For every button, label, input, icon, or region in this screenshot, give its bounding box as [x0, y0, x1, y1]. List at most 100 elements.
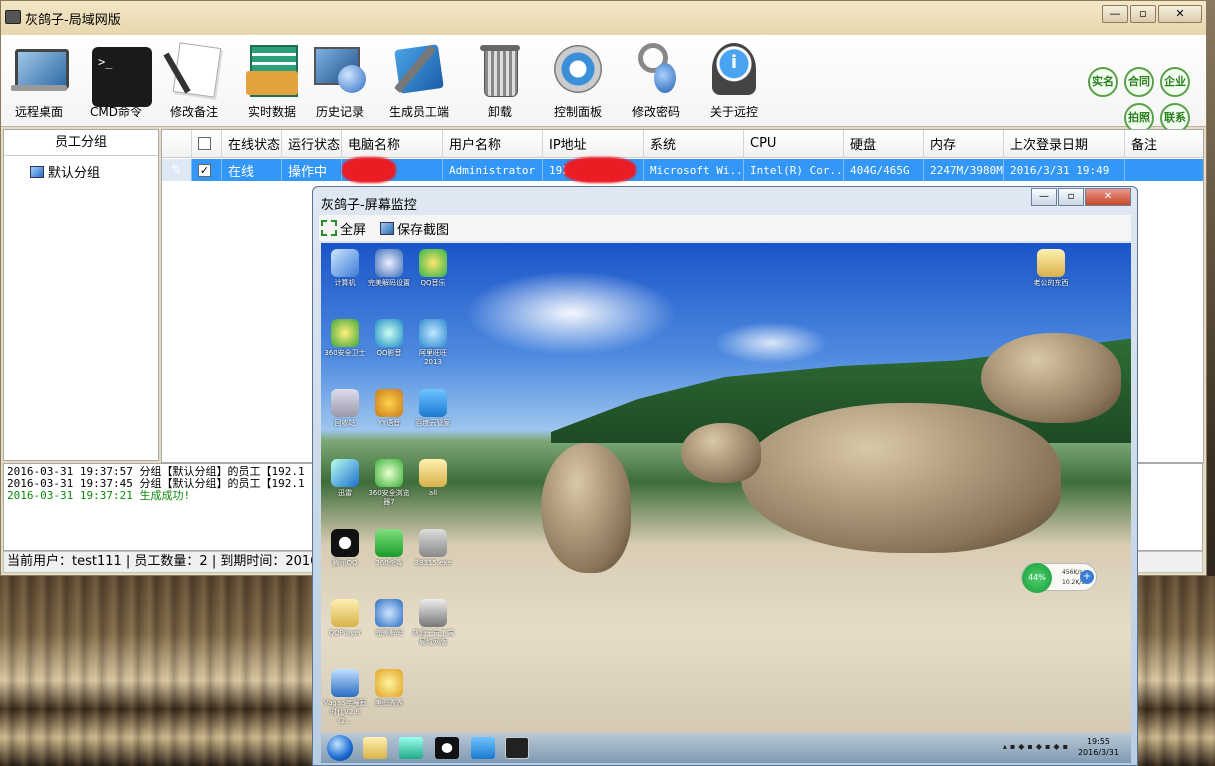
- cell-last-login: 2016/3/31 19:49: [1004, 159, 1125, 181]
- cell-user: Administrator: [443, 159, 543, 181]
- computer-icon: [30, 165, 44, 178]
- explorer-task-icon[interactable]: [363, 737, 387, 759]
- change-password-button[interactable]: 修改密码: [618, 39, 694, 123]
- qq-task-icon[interactable]: [435, 737, 459, 759]
- header-col[interactable]: 用户名称: [443, 130, 543, 157]
- row-checkbox[interactable]: ✓: [198, 163, 211, 177]
- remote-screen[interactable]: 计算机 完美解码设置 QQ音乐 360安全卫士 QQ影音 阿里旺旺2013 回收…: [321, 243, 1131, 763]
- tray-icons[interactable]: ▴▪◆▪◆▪◆▪: [1003, 742, 1071, 751]
- table-row[interactable]: ✎ ✓ 在线 操作中 Administrator 192. Microsoft …: [162, 159, 1203, 181]
- plus-icon[interactable]: +: [1080, 570, 1094, 584]
- desktop-icon[interactable]: 360安全浏览器7: [367, 459, 411, 507]
- contract-button[interactable]: 合同: [1124, 67, 1154, 97]
- tray-clock[interactable]: 19:55 2016/3/31: [1078, 736, 1119, 758]
- tool-label: 卸载: [487, 105, 512, 119]
- header-col[interactable]: 运行状态: [282, 130, 342, 157]
- desktop-icon[interactable]: Vagaa哇嘎画时代V2.6 (2...: [323, 669, 367, 726]
- save-screenshot-label: 保存截图: [397, 222, 450, 238]
- edit-icon[interactable]: ✎: [162, 159, 192, 181]
- remote-desktop-button[interactable]: 远程桌面: [1, 39, 77, 123]
- header-col[interactable]: 上次登录日期: [1004, 130, 1125, 157]
- header-edit: [162, 130, 192, 157]
- cloud-task-icon[interactable]: [471, 737, 495, 759]
- monitor-close-button[interactable]: ✕: [1085, 188, 1131, 206]
- desktop-icon[interactable]: YY语音: [367, 389, 411, 428]
- table-header: 在线状态 运行状态 电脑名称 用户名称 IP地址 系统 CPU 硬盘 内存 上次…: [162, 130, 1203, 158]
- monitor-minimize-button[interactable]: —: [1031, 188, 1057, 206]
- realtime-data-button[interactable]: 实时数据: [234, 39, 310, 123]
- rock-scenery: [981, 333, 1121, 423]
- app-task-icon[interactable]: [399, 737, 423, 759]
- tree-item-default-group[interactable]: 默认分组: [30, 162, 100, 181]
- clock-date: 2016/3/31: [1077, 748, 1119, 757]
- build-icon: [391, 41, 447, 97]
- header-col[interactable]: 内存: [924, 130, 1004, 157]
- header-col[interactable]: CPU: [744, 130, 844, 157]
- desktop-icon[interactable]: 美图秀秀: [367, 669, 411, 708]
- about-button[interactable]: 关于远控: [696, 39, 772, 123]
- close-button[interactable]: ✕: [1158, 5, 1202, 23]
- desktop-icon[interactable]: 38315.exe: [411, 529, 455, 568]
- history-button[interactable]: 历史记录: [302, 39, 378, 123]
- desktop-icon[interactable]: 腾讯QQ: [323, 529, 367, 568]
- header-col[interactable]: 硬盘: [844, 130, 924, 157]
- rock-scenery: [541, 443, 631, 573]
- select-all-checkbox[interactable]: [198, 137, 211, 150]
- desktop-icon[interactable]: 阿里旺旺2013: [411, 319, 455, 367]
- control-panel-button[interactable]: 控制面板: [540, 39, 616, 123]
- redaction-mark: [342, 157, 396, 183]
- tool-label: 关于远控: [709, 105, 758, 119]
- desktop-icon[interactable]: 360杀毒: [367, 529, 411, 568]
- start-button-icon[interactable]: [327, 735, 353, 761]
- data-icon: [244, 41, 300, 97]
- header-col[interactable]: IP地址: [543, 130, 644, 157]
- build-client-button[interactable]: 生成员工端: [381, 39, 457, 123]
- monitor-title: 灰鸽子-屏幕监控: [321, 198, 417, 213]
- desktop-icon[interactable]: 迅雷: [323, 459, 367, 498]
- tool-label: 历史记录: [315, 105, 364, 119]
- key-icon: [628, 41, 684, 97]
- header-select-all[interactable]: [192, 130, 222, 157]
- desktop-icon[interactable]: 灰鸽子员工端局域网版: [411, 599, 455, 647]
- monitor-toolbar: 全屏 保存截图: [319, 215, 1131, 241]
- real-name-button[interactable]: 实名: [1088, 67, 1118, 97]
- fullscreen-button[interactable]: 全屏: [321, 219, 366, 238]
- history-icon: [312, 41, 368, 97]
- desktop-icon[interactable]: 360安全卫士: [323, 319, 367, 358]
- monitor-maximize-button[interactable]: ▫: [1058, 188, 1084, 206]
- desktop-icon[interactable]: QQ影音: [367, 319, 411, 358]
- desktop-folder-icon[interactable]: 老公的东西: [1029, 249, 1073, 288]
- network-widget[interactable]: 44% 456K/s 10.2K/s +: [1021, 563, 1097, 593]
- clock-time: 19:55: [1086, 737, 1111, 746]
- desktop-icon[interactable]: QQ音乐: [411, 249, 455, 288]
- desktop-icon[interactable]: 完美解码: [367, 599, 411, 638]
- desktop-icon[interactable]: 百度云管家: [411, 389, 455, 428]
- edit-note-button[interactable]: 修改备注: [156, 39, 232, 123]
- header-col[interactable]: 在线状态: [222, 130, 282, 157]
- desktop-icon[interactable]: 完美解码设置: [367, 249, 411, 288]
- group-panel: 员工分组 默认分组: [3, 129, 159, 461]
- monitor-icon: [11, 41, 69, 97]
- header-col[interactable]: 系统: [644, 130, 744, 157]
- tool-label: 修改备注: [169, 105, 218, 119]
- maximize-button[interactable]: ▫: [1130, 5, 1156, 23]
- enterprise-button[interactable]: 企业: [1160, 67, 1190, 97]
- desktop-icon[interactable]: QQPlayer: [323, 599, 367, 638]
- desktop-icon[interactable]: 回收站: [323, 389, 367, 428]
- row-checkbox-cell[interactable]: ✓: [192, 159, 222, 181]
- save-screenshot-button[interactable]: 保存截图: [380, 219, 449, 238]
- desktop-icon[interactable]: 计算机: [323, 249, 367, 288]
- header-col[interactable]: 备注: [1125, 130, 1205, 157]
- tool-label: 修改密码: [631, 105, 680, 119]
- header-col[interactable]: 电脑名称: [342, 130, 443, 157]
- tree-item-label: 默认分组: [48, 166, 101, 181]
- tool-label: 生成员工端: [388, 105, 449, 119]
- desktop-icon[interactable]: all: [411, 459, 455, 498]
- trash-icon: [472, 41, 528, 97]
- minimize-button[interactable]: —: [1102, 5, 1128, 23]
- uninstall-button[interactable]: 卸载: [462, 39, 538, 123]
- tool-label: 远程桌面: [14, 105, 63, 119]
- active-task-icon[interactable]: [505, 737, 529, 759]
- net-percent: 44%: [1022, 563, 1052, 593]
- cmd-button[interactable]: CMD命令: [78, 39, 154, 123]
